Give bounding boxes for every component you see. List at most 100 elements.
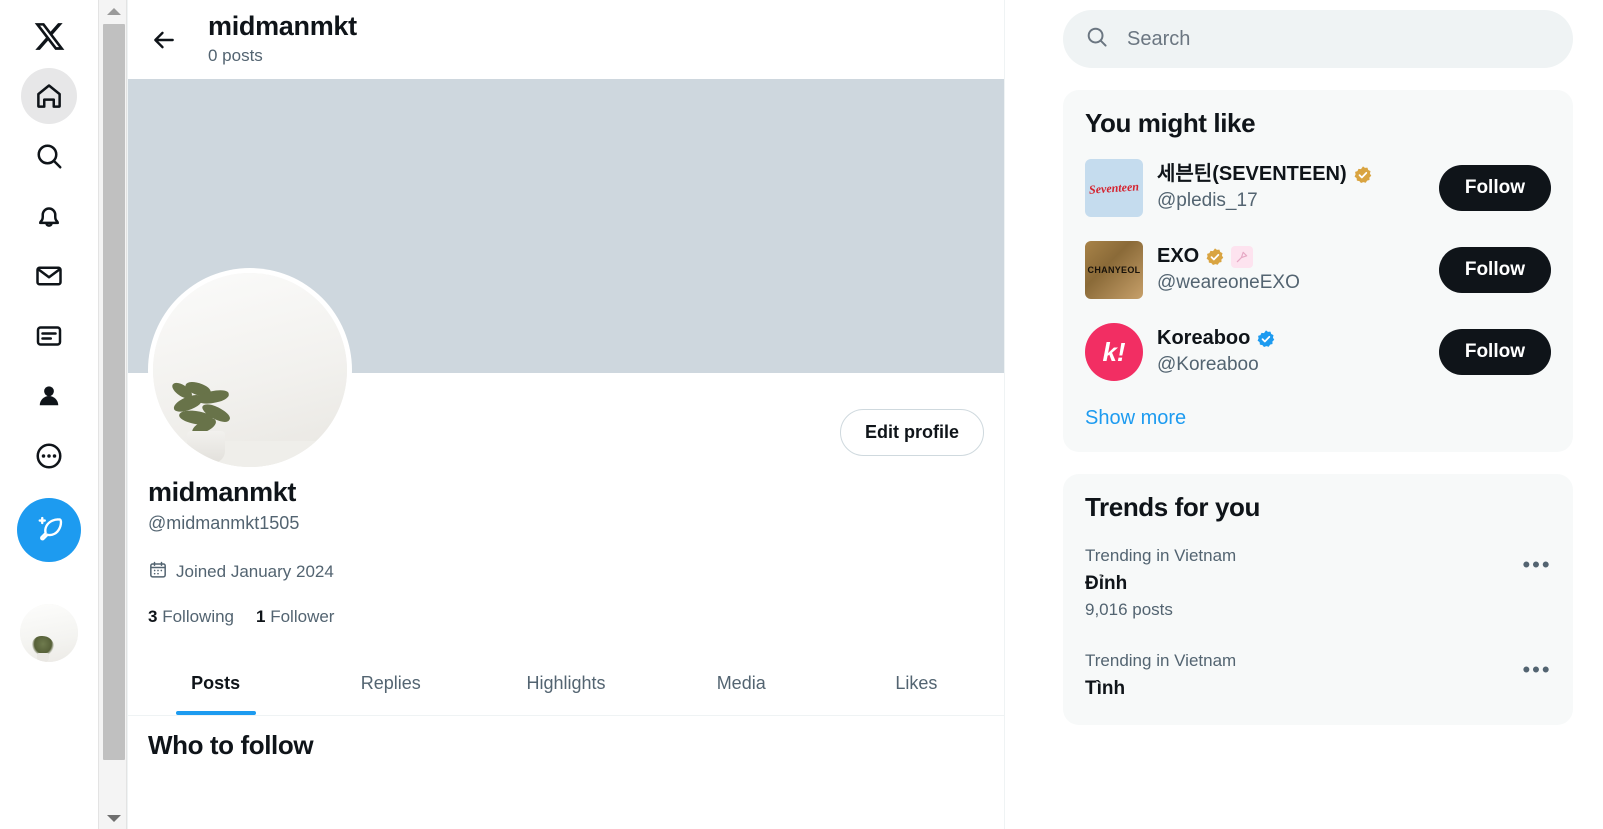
follow-button[interactable]: Follow <box>1439 329 1551 375</box>
scrollbar-thumb[interactable] <box>103 24 125 760</box>
follow-button[interactable]: Follow <box>1439 247 1551 293</box>
user-display-name: EXO <box>1157 244 1199 269</box>
seventeen-logo-text: Seventeen <box>1089 179 1140 197</box>
show-more-link[interactable]: Show more <box>1063 393 1573 446</box>
search-input[interactable] <box>1127 28 1551 51</box>
x-logo-icon[interactable] <box>21 8 77 64</box>
user-display-name: Koreaboo <box>1157 326 1250 351</box>
list-item[interactable]: CHANYEOL EXO @weareoneEXO Follow <box>1063 229 1573 311</box>
user-info: Koreaboo @Koreaboo <box>1157 326 1425 378</box>
user-info: 세븐틴(SEVENTEEN) @pledis_17 <box>1157 162 1425 214</box>
user-name-row: EXO <box>1157 244 1425 269</box>
follow-button[interactable]: Follow <box>1439 165 1551 211</box>
profile-display-name: midmanmkt <box>148 476 984 510</box>
tab-likes-label: Likes <box>895 673 937 694</box>
right-sidebar: You might like Seventeen 세븐틴(SEVENTEEN) … <box>1033 0 1603 829</box>
user-handle: @Koreaboo <box>1157 353 1425 378</box>
tab-media-label: Media <box>717 673 766 694</box>
followers-count-link[interactable]: 1 Follower <box>256 607 334 627</box>
sidebar-item-home[interactable] <box>21 68 77 124</box>
post-count: 0 posts <box>208 43 357 69</box>
left-navigation <box>0 0 98 829</box>
avatar-pot <box>187 431 225 463</box>
user-handle: @pledis_17 <box>1157 189 1425 214</box>
profile-body: Edit profile midmanmkt @midmanmkt1505 Jo… <box>128 373 1004 761</box>
profile-counts: 3 Following 1 Follower <box>148 607 984 627</box>
tab-posts[interactable]: Posts <box>128 653 303 715</box>
you-might-like-card: You might like Seventeen 세븐틴(SEVENTEEN) … <box>1063 90 1573 452</box>
tab-posts-label: Posts <box>191 673 240 694</box>
trend-category: Trending in Vietnam <box>1085 650 1551 673</box>
pink-affiliate-badge <box>1231 246 1253 268</box>
exo-chanyeol-avatar[interactable]: CHANYEOL <box>1085 241 1143 299</box>
tab-replies-label: Replies <box>361 673 421 694</box>
profile-tabs: Posts Replies Highlights Media Likes <box>128 653 1004 716</box>
header-text-group: midmanmkt 0 posts <box>208 10 357 69</box>
x-profile-page: midmanmkt 0 posts <box>0 0 1603 829</box>
trend-name: Tình <box>1085 675 1551 703</box>
you-might-like-title: You might like <box>1063 104 1573 147</box>
avatar-floor <box>153 441 347 467</box>
sidebar-item-profile[interactable] <box>21 368 77 424</box>
sidebar-item-explore[interactable] <box>21 128 77 184</box>
main-column: midmanmkt 0 posts <box>127 0 1005 829</box>
blue-verified-badge <box>1256 329 1276 349</box>
user-info: EXO @weareoneEXO <box>1157 244 1425 296</box>
trends-card: Trends for you Trending in Vietnam Đỉnh … <box>1063 474 1573 725</box>
scroll-up-arrow-icon[interactable] <box>99 0 128 22</box>
user-name-row: Koreaboo <box>1157 326 1425 351</box>
followers-label: Follower <box>270 607 334 626</box>
sidebar-item-messages[interactable] <box>21 248 77 304</box>
search-icon <box>1085 25 1109 54</box>
scroll-down-arrow-icon[interactable] <box>99 807 128 829</box>
sidebar-item-lists[interactable] <box>21 308 77 364</box>
trend-name: Đỉnh <box>1085 570 1551 598</box>
tab-replies[interactable]: Replies <box>303 653 478 715</box>
profile-header-bar: midmanmkt 0 posts <box>128 0 1004 79</box>
joined-date-text: Joined January 2024 <box>176 562 334 582</box>
profile-avatar[interactable] <box>148 268 352 472</box>
calendar-icon <box>148 560 168 585</box>
tab-highlights-label: Highlights <box>526 673 605 694</box>
trends-title: Trends for you <box>1063 488 1573 531</box>
user-handle: @weareoneEXO <box>1157 271 1425 296</box>
following-label: Following <box>162 607 234 626</box>
who-to-follow-heading: Who to follow <box>148 716 984 761</box>
search-bar[interactable] <box>1063 10 1573 68</box>
followers-count: 1 <box>256 607 265 626</box>
list-item[interactable]: Trending in Vietnam Tình ••• <box>1063 636 1573 718</box>
avatar-pot <box>37 653 49 662</box>
gold-verified-badge <box>1205 247 1225 267</box>
gold-verified-badge <box>1353 165 1373 185</box>
seventeen-logo-avatar[interactable]: Seventeen <box>1085 159 1143 217</box>
back-arrow-icon[interactable] <box>144 20 184 60</box>
trend-post-count: 9,016 posts <box>1085 600 1551 620</box>
tab-likes[interactable]: Likes <box>829 653 1004 715</box>
edit-profile-button[interactable]: Edit profile <box>840 409 984 456</box>
profile-handle: @midmanmkt1505 <box>148 513 984 534</box>
following-count: 3 <box>148 607 157 626</box>
account-avatar[interactable] <box>20 604 78 662</box>
tab-highlights[interactable]: Highlights <box>478 653 653 715</box>
list-item[interactable]: k! Koreaboo @Koreaboo Follow <box>1063 311 1573 393</box>
koreaboo-logo-text: k! <box>1102 337 1125 368</box>
tab-active-underline <box>176 711 256 715</box>
compose-post-icon[interactable] <box>17 498 81 562</box>
trend-category: Trending in Vietnam <box>1085 545 1551 568</box>
list-item[interactable]: Seventeen 세븐틴(SEVENTEEN) @pledis_17 Foll… <box>1063 147 1573 229</box>
user-display-name: 세븐틴(SEVENTEEN) <box>1157 162 1347 187</box>
page-title: midmanmkt <box>208 10 357 42</box>
koreaboo-logo-avatar[interactable]: k! <box>1085 323 1143 381</box>
sidebar-item-notifications[interactable] <box>21 188 77 244</box>
page-scrollbar[interactable] <box>98 0 127 829</box>
tab-media[interactable]: Media <box>654 653 829 715</box>
profile-avatar-image <box>153 273 347 467</box>
user-name-row: 세븐틴(SEVENTEEN) <box>1157 162 1425 187</box>
more-dots-icon[interactable]: ••• <box>1519 547 1555 583</box>
list-item[interactable]: Trending in Vietnam Đỉnh 9,016 posts ••• <box>1063 531 1573 636</box>
more-dots-icon[interactable]: ••• <box>1519 652 1555 688</box>
joined-date-row: Joined January 2024 <box>148 560 984 585</box>
following-count-link[interactable]: 3 Following <box>148 607 234 627</box>
sidebar-item-more[interactable] <box>21 428 77 484</box>
exo-avatar-text: CHANYEOL <box>1088 265 1141 275</box>
